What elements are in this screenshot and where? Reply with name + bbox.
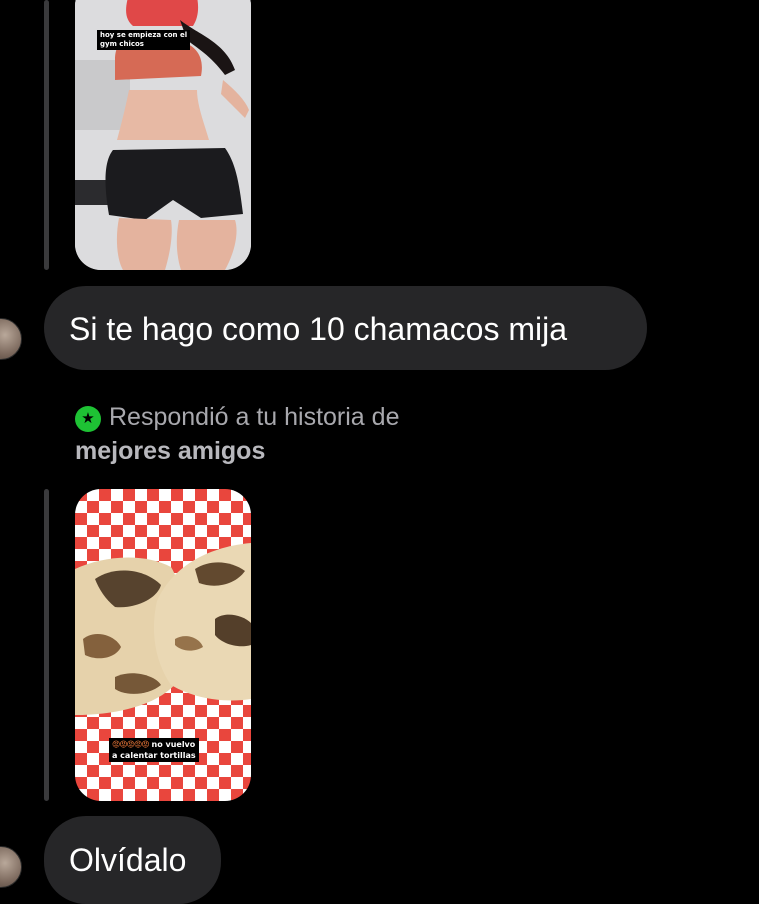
story-thumbnail-gym[interactable]: hoy se empieza con el gym chicos [75,0,251,270]
story-reply-context: ★ Respondió a tu historia de mejores amig… [75,400,495,468]
close-friends-label: mejores amigos [75,437,266,465]
avatar[interactable] [0,846,22,888]
avatar[interactable] [0,318,22,360]
story-thumbnail-tortillas[interactable]: 😡😡😡😡😡 no vuelvo a calentar tortillas [75,489,251,801]
story-caption: 😡😡😡😡😡 no vuelvo a calentar tortillas [109,738,199,762]
message-text: Si te hago como 10 chamacos mija [69,311,568,347]
story-caption-line: 😡😡😡😡😡 no vuelvo [112,739,196,750]
message-bubble[interactable]: Si te hago como 10 chamacos mija [44,286,647,370]
message-bubble[interactable]: Olvídalo [44,816,221,904]
star-icon: ★ [75,406,101,432]
story-reply-bar [44,0,49,270]
story-caption: hoy se empieza con el gym chicos [97,30,191,50]
story-caption-text: no vuelvo [151,740,196,749]
story-reply-bar [44,489,49,801]
story-caption-line: a calentar tortillas [112,751,196,760]
story-caption-line: gym chicos [100,40,144,48]
context-text: Respondió a tu historia de [109,403,400,431]
message-text: Olvídalo [69,842,187,878]
story-caption-line: hoy se empieza con el [100,31,188,39]
angry-emoji-row: 😡😡😡😡😡 [112,740,150,749]
